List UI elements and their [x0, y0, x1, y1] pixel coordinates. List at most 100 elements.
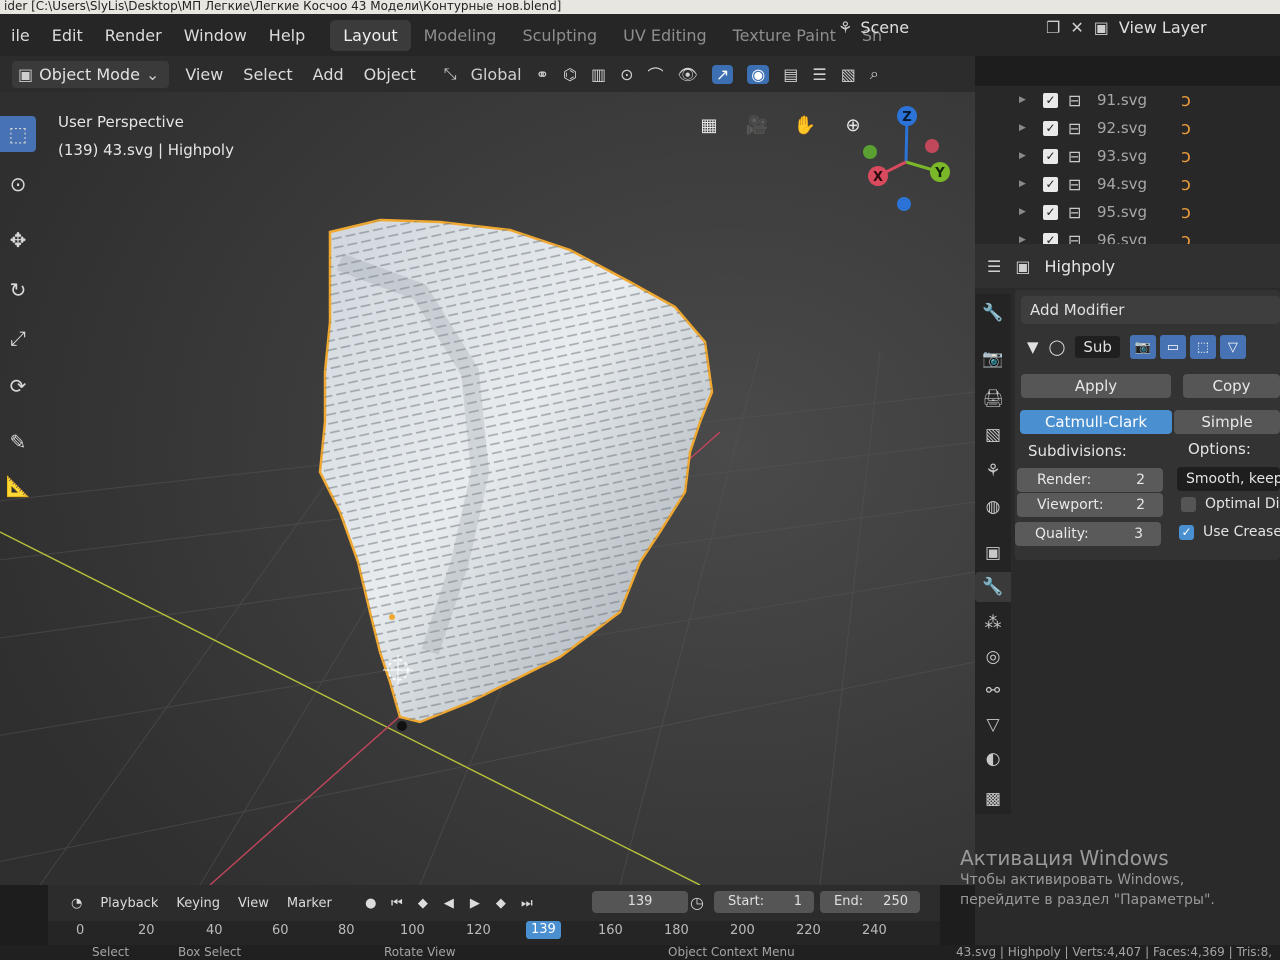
next-keyframe-icon[interactable]: ◆	[491, 896, 511, 911]
visibility-icon[interactable]: 👁	[678, 65, 698, 84]
view-layer-tab-icon[interactable]: ▧	[975, 420, 1011, 450]
snap-icon[interactable]: ⌬	[563, 65, 577, 84]
checkbox-icon[interactable]: ✓	[1043, 176, 1058, 192]
expand-arrow-icon[interactable]: ▶	[1019, 235, 1026, 244]
simple-button[interactable]: Simple	[1174, 410, 1280, 434]
expand-arrow-icon[interactable]: ▶	[1019, 207, 1026, 217]
outliner[interactable]: ▶ ✓ ⊟ 91.svg ↄ ▶ ✓ ⊟ 92.svg ↄ ▶ ✓ ⊟ 93.s…	[975, 86, 1280, 244]
3d-viewport[interactable]: User Perspective (139) 43.svg | Highpoly…	[0, 92, 975, 885]
optimal-display-option[interactable]: Optimal Dis	[1181, 496, 1280, 512]
outliner-row[interactable]: ▶ ✓ ⊟ 92.svg ↄ	[975, 114, 1280, 142]
menu-window[interactable]: Window	[173, 26, 258, 45]
clock-icon[interactable]: ◷	[690, 893, 704, 912]
cage-toggle-icon[interactable]: ▽	[1219, 335, 1246, 359]
gizmo-neg-x[interactable]	[925, 139, 939, 153]
timeline-marker[interactable]: Marker	[278, 896, 341, 911]
outliner-row[interactable]: ▶ ✓ ⊟ 95.svg ↄ	[975, 198, 1280, 226]
object-tab-icon[interactable]: ▣	[975, 538, 1011, 568]
current-frame-field[interactable]: 139	[592, 891, 688, 913]
editmode-toggle-icon[interactable]: ⬚	[1189, 335, 1216, 359]
outliner-row[interactable]: ▶ ✓ ⊟ 96.svg ↄ	[975, 226, 1280, 244]
tab-texture-paint[interactable]: Texture Paint	[720, 20, 849, 51]
object-origin[interactable]	[389, 614, 395, 620]
copy-icon[interactable]: ❐	[1046, 18, 1060, 37]
transform-icon[interactable]: ⟳	[0, 368, 36, 404]
search-icon[interactable]: ⌕	[870, 64, 879, 84]
expand-arrow-icon[interactable]: ▶	[1019, 179, 1026, 189]
rotate-icon[interactable]: ↻	[0, 272, 36, 308]
expand-arrow-icon[interactable]: ▶	[1019, 123, 1026, 133]
overlay-toggle-icon[interactable]: ◉	[747, 64, 770, 84]
checkbox-icon[interactable]: ✓	[1043, 92, 1058, 108]
gizmo-neg-z[interactable]	[897, 197, 911, 211]
data-tab-icon[interactable]: ▽	[975, 710, 1011, 740]
tab-sculpting[interactable]: Sculpting	[509, 20, 610, 51]
pan-hand-icon[interactable]: ✋	[790, 110, 820, 140]
outliner-row[interactable]: ▶ ✓ ⊟ 91.svg ↄ	[975, 86, 1280, 114]
pivot-icon[interactable]: ⚭	[536, 65, 549, 84]
header-add[interactable]: Add	[303, 65, 354, 84]
outliner-item-name[interactable]: 92.svg	[1097, 119, 1147, 137]
gizmo-toggle-icon[interactable]: ↗	[711, 64, 734, 84]
cursor-icon[interactable]: ⊙	[0, 166, 36, 202]
use-creases-option[interactable]: ✓ Use Creases	[1179, 524, 1280, 540]
start-frame-field[interactable]: Start: 1	[714, 891, 814, 913]
snap-target-icon[interactable]: ▥	[591, 65, 606, 84]
play-reverse-icon[interactable]: ◀	[439, 896, 459, 911]
jump-start-icon[interactable]: ⏮	[387, 896, 407, 911]
menu-help[interactable]: Help	[258, 26, 316, 45]
viewport-levels-field[interactable]: Viewport: 2	[1017, 493, 1163, 517]
falloff-icon[interactable]: ⌒	[648, 62, 664, 86]
play-icon[interactable]: ▶	[465, 896, 485, 911]
outliner-row[interactable]: ▶ ✓ ⊟ 93.svg ↄ	[975, 142, 1280, 170]
expand-arrow-icon[interactable]: ▶	[1019, 95, 1026, 105]
catmull-clark-button[interactable]: Catmull-Clark	[1020, 410, 1172, 434]
header-select[interactable]: Select	[233, 65, 302, 84]
output-tab-icon[interactable]: 🖨	[975, 384, 1011, 414]
outliner-item-name[interactable]: 91.svg	[1097, 91, 1147, 109]
scale-icon[interactable]: ⤢	[0, 320, 36, 356]
measure-icon[interactable]: 📐	[0, 468, 36, 504]
jump-end-icon[interactable]: ⏭	[517, 896, 537, 911]
menu-file[interactable]: ile	[0, 26, 41, 45]
checkbox-icon[interactable]: ✓	[1043, 148, 1058, 164]
camera-view-icon[interactable]: 🎥	[742, 110, 772, 140]
frame-ruler[interactable]: 0 20 40 60 80 100 120 139 160 180 200 22…	[48, 921, 940, 945]
editor-type-icon[interactable]: ☰	[987, 257, 1001, 276]
render-levels-field[interactable]: Render: 2	[1017, 468, 1163, 492]
annotate-icon[interactable]: ✎	[0, 424, 36, 460]
outliner-item-name[interactable]: 95.svg	[1097, 203, 1147, 221]
checkbox-icon[interactable]: ✓	[1043, 204, 1058, 220]
physics-tab-icon[interactable]: ◎	[975, 642, 1011, 672]
render-layer-icon[interactable]: ▣	[1094, 18, 1109, 37]
scene-tab-icon[interactable]: ⚘	[975, 456, 1011, 486]
checkbox-icon[interactable]: ✓	[1043, 232, 1058, 244]
world-tab-icon[interactable]: ◍	[975, 492, 1011, 522]
record-icon[interactable]: ●	[361, 896, 381, 911]
navigation-gizmo[interactable]: Z Y X	[858, 104, 958, 214]
add-modifier-button[interactable]: Add Modifier	[1021, 296, 1280, 324]
view-layer-selector[interactable]: ❐ ✕ ▣ View Layer	[1046, 18, 1207, 37]
header-object[interactable]: Object	[354, 65, 426, 84]
render-toggle-icon[interactable]: 📷	[1129, 335, 1156, 359]
move-icon[interactable]: ✥	[0, 222, 36, 258]
render-tab-icon[interactable]: 📷	[975, 344, 1011, 374]
use-creases-checkbox[interactable]: ✓	[1179, 524, 1194, 540]
gizmo-neg-y[interactable]	[863, 145, 877, 159]
uv-smooth-dropdown[interactable]: Smooth, keep c	[1177, 467, 1280, 491]
end-frame-field[interactable]: End: 250	[820, 891, 920, 913]
proportional-icon[interactable]: ⊙	[620, 65, 633, 84]
optimal-display-checkbox[interactable]	[1181, 496, 1196, 512]
transform-orientation-icon[interactable]: ⤡	[444, 64, 457, 84]
filter-icon[interactable]: ☰	[812, 65, 826, 84]
apply-button[interactable]: Apply	[1021, 374, 1171, 398]
outliner-item-name[interactable]: 96.svg	[1097, 231, 1147, 244]
select-box-icon[interactable]: ⬚	[0, 116, 36, 152]
xray-icon[interactable]: ▤	[783, 65, 798, 84]
material-tab-icon[interactable]: ◐	[975, 744, 1011, 774]
particles-tab-icon[interactable]: ⁂	[975, 608, 1011, 638]
viewport-toggle-icon[interactable]: ▭	[1159, 335, 1186, 359]
outliner-row[interactable]: ▶ ✓ ⊟ 94.svg ↄ	[975, 170, 1280, 198]
constraints-tab-icon[interactable]: ⚯	[975, 676, 1011, 706]
copy-button[interactable]: Copy	[1183, 374, 1280, 398]
